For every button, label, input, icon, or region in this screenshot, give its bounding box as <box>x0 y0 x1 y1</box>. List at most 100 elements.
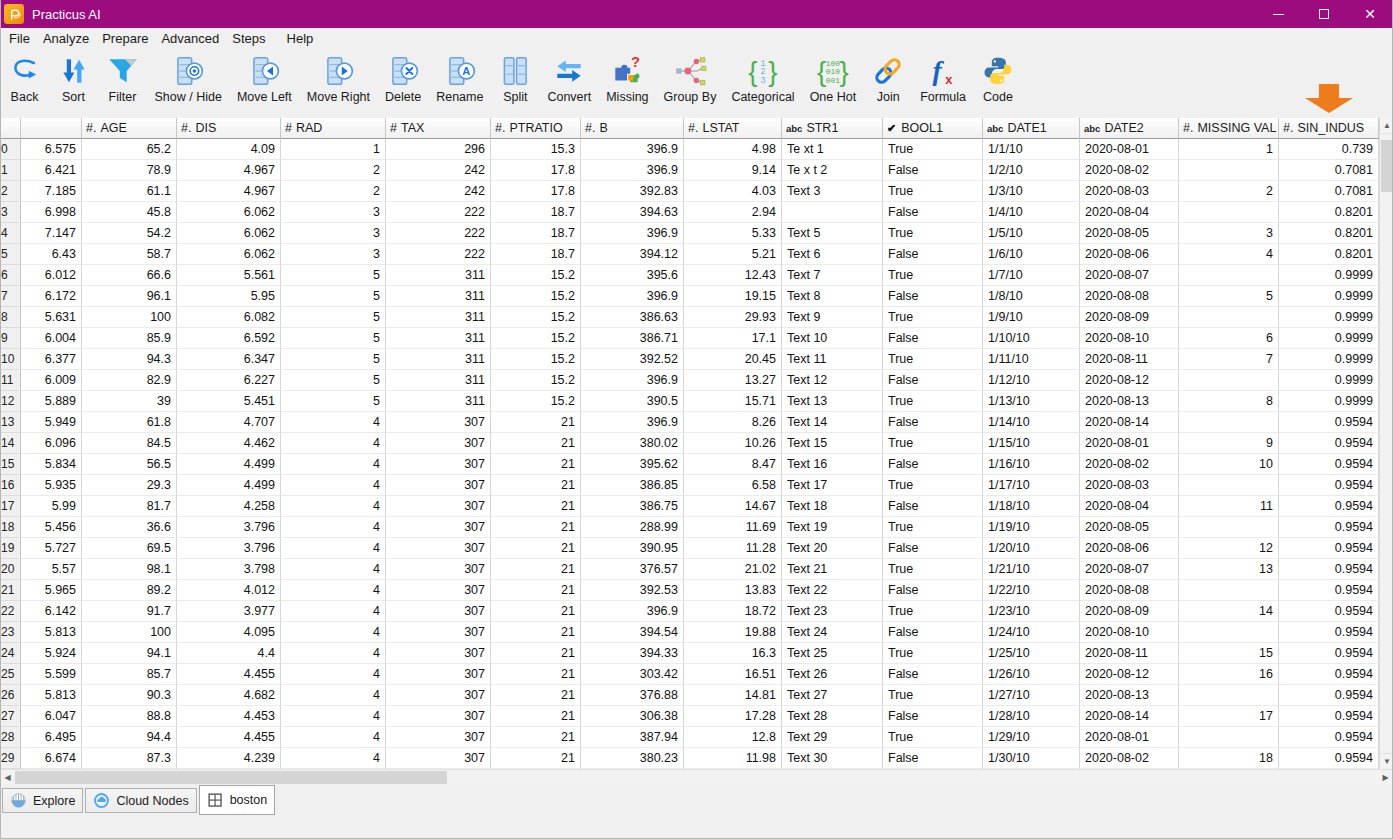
close-button[interactable]: ✕ <box>1347 0 1393 28</box>
table-cell[interactable]: 11 <box>1179 496 1279 517</box>
table-cell[interactable] <box>1179 475 1279 496</box>
table-cell[interactable]: 396.9 <box>581 223 684 244</box>
table-cell[interactable]: 100 <box>82 307 177 328</box>
table-cell[interactable]: 307 <box>386 622 491 643</box>
table-cell[interactable]: 396.9 <box>581 601 684 622</box>
toolbar-rename-button[interactable]: Rename <box>429 51 491 106</box>
table-cell[interactable]: 1/4/10 <box>983 202 1080 223</box>
table-cell[interactable]: 0.9594 <box>1279 475 1379 496</box>
table-cell[interactable]: 21.02 <box>684 559 782 580</box>
table-cell[interactable]: 0.9594 <box>1279 580 1379 601</box>
table-cell[interactable] <box>1179 202 1279 223</box>
table-cell[interactable]: 4.09 <box>177 139 281 160</box>
table-cell[interactable]: 0.9999 <box>1279 307 1379 328</box>
toolbar-code-button[interactable]: Code <box>974 51 1023 106</box>
table-cell[interactable]: 395.6 <box>581 265 684 286</box>
table-cell[interactable]: 0.9594 <box>1279 559 1379 580</box>
row-index-cell[interactable]: 23 <box>0 622 21 643</box>
table-cell[interactable]: 66.6 <box>82 265 177 286</box>
table-cell[interactable]: Text 13 <box>782 391 883 412</box>
vertical-scroll-thumb[interactable] <box>1381 140 1393 192</box>
table-cell[interactable]: 81.7 <box>82 496 177 517</box>
table-cell[interactable]: True <box>883 181 983 202</box>
table-cell[interactable]: 5.451 <box>177 391 281 412</box>
table-cell[interactable]: True <box>883 349 983 370</box>
table-cell[interactable]: 5.965 <box>21 580 82 601</box>
table-cell[interactable]: 6.009 <box>21 370 82 391</box>
column-header-tax[interactable]: #TAX <box>386 118 491 139</box>
menu-prepare[interactable]: Prepare <box>102 31 148 46</box>
table-cell[interactable]: 1/17/10 <box>983 475 1080 496</box>
table-cell[interactable]: 390.95 <box>581 538 684 559</box>
table-cell[interactable]: False <box>883 664 983 685</box>
table-cell[interactable]: 376.57 <box>581 559 684 580</box>
table-cell[interactable]: 6.012 <box>21 265 82 286</box>
toolbar-convert-button[interactable]: Convert <box>540 51 599 106</box>
table-cell[interactable]: 4.967 <box>177 160 281 181</box>
maximize-button[interactable] <box>1301 0 1347 28</box>
table-cell[interactable]: 21 <box>491 748 581 769</box>
table-cell[interactable]: 2020-08-13 <box>1080 685 1179 706</box>
table-cell[interactable]: Te xt 1 <box>782 139 883 160</box>
table-cell[interactable]: 2 <box>1179 181 1279 202</box>
table-cell[interactable]: 6.062 <box>177 223 281 244</box>
table-cell[interactable]: 1/30/10 <box>983 748 1080 769</box>
toolbar-group-by-button[interactable]: Group By <box>656 51 724 106</box>
table-cell[interactable]: 1/14/10 <box>983 412 1080 433</box>
table-cell[interactable]: 394.63 <box>581 202 684 223</box>
table-cell[interactable]: 380.02 <box>581 433 684 454</box>
table-cell[interactable]: True <box>883 517 983 538</box>
row-index-cell[interactable]: 10 <box>0 349 21 370</box>
table-cell[interactable]: 4 <box>281 706 386 727</box>
table-cell[interactable]: 4 <box>281 580 386 601</box>
table-cell[interactable]: 6.377 <box>21 349 82 370</box>
table-cell[interactable]: 15.2 <box>491 349 581 370</box>
table-cell[interactable]: 307 <box>386 580 491 601</box>
table-cell[interactable]: 5.599 <box>21 664 82 685</box>
table-cell[interactable]: 94.1 <box>82 643 177 664</box>
table-cell[interactable]: 6.082 <box>177 307 281 328</box>
table-cell[interactable]: 222 <box>386 244 491 265</box>
table-cell[interactable] <box>1179 622 1279 643</box>
table-cell[interactable]: 2020-08-05 <box>1080 517 1179 538</box>
column-header-blank[interactable] <box>0 118 21 139</box>
toolbar-one-hot-button[interactable]: One Hot <box>802 51 864 106</box>
table-cell[interactable]: 4.967 <box>177 181 281 202</box>
table-cell[interactable]: 4.03 <box>684 181 782 202</box>
table-cell[interactable]: 56.5 <box>82 454 177 475</box>
table-cell[interactable]: 21 <box>491 580 581 601</box>
table-cell[interactable]: 78.9 <box>82 160 177 181</box>
table-cell[interactable]: 5 <box>281 349 386 370</box>
table-cell[interactable]: 100 <box>82 622 177 643</box>
row-index-cell[interactable]: 18 <box>0 517 21 538</box>
table-cell[interactable]: 386.71 <box>581 328 684 349</box>
table-cell[interactable]: 58.7 <box>82 244 177 265</box>
toolbar-delete-button[interactable]: Delete <box>378 51 429 106</box>
table-cell[interactable]: 386.75 <box>581 496 684 517</box>
table-cell[interactable]: 311 <box>386 307 491 328</box>
table-cell[interactable]: 0.9999 <box>1279 265 1379 286</box>
row-index-cell[interactable]: 11 <box>0 370 21 391</box>
toolbar-move-right-button[interactable]: Move Right <box>299 51 377 106</box>
table-cell[interactable]: Text 24 <box>782 622 883 643</box>
table-cell[interactable]: 4 <box>281 664 386 685</box>
table-cell[interactable]: 311 <box>386 370 491 391</box>
table-cell[interactable]: 0.9594 <box>1279 664 1379 685</box>
table-cell[interactable]: 4 <box>281 496 386 517</box>
row-index-cell[interactable]: 5 <box>0 244 21 265</box>
table-cell[interactable]: 6.998 <box>21 202 82 223</box>
table-cell[interactable]: 5.631 <box>21 307 82 328</box>
column-header-date1[interactable]: abcDATE1 <box>983 118 1080 139</box>
table-cell[interactable]: True <box>883 433 983 454</box>
table-cell[interactable]: 0.9594 <box>1279 706 1379 727</box>
table-cell[interactable]: 1/1/10 <box>983 139 1080 160</box>
table-cell[interactable]: 307 <box>386 748 491 769</box>
table-cell[interactable]: 21 <box>491 496 581 517</box>
table-cell[interactable]: 21 <box>491 433 581 454</box>
table-cell[interactable]: 6.592 <box>177 328 281 349</box>
table-cell[interactable]: 6.004 <box>21 328 82 349</box>
table-cell[interactable]: 1/7/10 <box>983 265 1080 286</box>
row-index-cell[interactable]: 29 <box>0 748 21 769</box>
table-cell[interactable]: 2020-08-14 <box>1080 412 1179 433</box>
table-cell[interactable]: 2020-08-12 <box>1080 370 1179 391</box>
